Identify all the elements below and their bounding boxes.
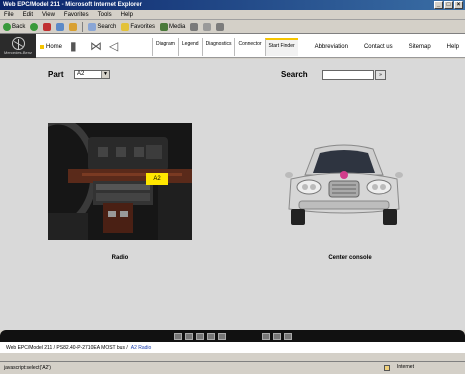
menu-edit[interactable]: Edit <box>23 12 33 18</box>
menu-help[interactable]: Help <box>121 12 133 18</box>
breadcrumb-current[interactable]: A2 Radio <box>131 345 152 351</box>
search-icon <box>88 22 97 31</box>
radio-tag[interactable]: A2 <box>146 173 168 185</box>
part-select[interactable]: A2 ▼ <box>74 70 110 79</box>
part-select-value: A2 <box>77 71 85 77</box>
car-caption: Center console <box>328 255 372 261</box>
bullet-icon <box>40 45 44 49</box>
refresh-icon[interactable] <box>56 22 65 31</box>
radio-image[interactable]: A2 <box>48 123 192 240</box>
bottom-toolbar <box>0 330 465 342</box>
search-button[interactable]: Search <box>88 22 117 31</box>
mercedes-star-icon <box>11 37 25 50</box>
brand-name: Mercedes-Benz <box>3 50 32 55</box>
main-content: Part A2 ▼ Search » A2 Radio Center conso… <box>0 59 465 330</box>
home-label: Home <box>46 44 63 50</box>
search-go-button[interactable]: » <box>375 70 386 80</box>
home-link[interactable]: Home <box>40 44 62 50</box>
tab-diagnostics[interactable]: Diagnostics <box>201 38 235 56</box>
bookmark-icon[interactable]: ⋈ <box>90 40 102 52</box>
next-icon[interactable] <box>283 332 292 340</box>
window-title: Web EPC/Model 211 - Microsoft Internet E… <box>3 2 142 8</box>
window-titlebar: Web EPC/Model 211 - Microsoft Internet E… <box>0 0 465 10</box>
print-icon[interactable] <box>173 332 182 340</box>
minimize-icon[interactable]: _ <box>434 1 443 9</box>
back-label: Back <box>12 23 26 30</box>
lock-icon <box>384 365 390 371</box>
toolbar-separator <box>82 21 84 32</box>
tab-diagram[interactable]: Diagram <box>152 38 178 56</box>
status-text: javascript:select('A2') <box>4 365 51 371</box>
car-photo <box>285 144 403 225</box>
app-header: Mercedes-Benz Home ▮ ⋈ ◁ Diagram Legend … <box>0 34 465 58</box>
tab-connector[interactable]: Connector <box>234 38 264 56</box>
history-icon[interactable] <box>190 22 199 31</box>
home-icon[interactable] <box>69 22 78 31</box>
search-label: Search <box>97 23 117 30</box>
stop-icon[interactable] <box>43 22 52 31</box>
mail-icon[interactable] <box>203 22 212 31</box>
search-field-label: Search <box>281 70 308 79</box>
page-icon[interactable] <box>217 332 226 340</box>
info-icon[interactable] <box>261 332 270 340</box>
part-label: Part <box>48 70 64 79</box>
top-links: Abbreviation Contact us Sitemap Help <box>315 44 459 50</box>
back-triangle-icon[interactable]: ◁ <box>109 40 120 52</box>
prev-icon[interactable] <box>272 332 281 340</box>
link-abbreviation[interactable]: Abbreviation <box>315 44 348 50</box>
close-icon[interactable]: × <box>454 1 463 9</box>
forward-arrow-icon[interactable] <box>30 22 39 31</box>
car-image[interactable] <box>285 139 403 231</box>
favorites-label: Favorites <box>130 23 156 30</box>
book-icon[interactable]: ▮ <box>70 40 81 52</box>
breadcrumb-path[interactable]: Web EPC/Model 211 / PS82.40-P-2710EA MOS… <box>6 345 128 351</box>
link-help[interactable]: Help <box>447 44 459 50</box>
back-button[interactable]: Back <box>3 22 26 31</box>
link-sitemap[interactable]: Sitemap <box>409 44 431 50</box>
browser-toolbar: Back Search Favorites Media <box>0 20 465 34</box>
menu-favorites[interactable]: Favorites <box>64 12 89 18</box>
media-label: Media <box>169 23 186 30</box>
zone-text: Internet <box>397 364 414 370</box>
link-contact-us[interactable]: Contact us <box>364 44 393 50</box>
media-button[interactable]: Media <box>160 22 186 31</box>
favorites-icon <box>121 22 130 31</box>
media-icon <box>160 22 169 31</box>
favorites-button[interactable]: Favorites <box>121 22 156 31</box>
dashboard-photo <box>48 123 192 240</box>
menu-view[interactable]: View <box>42 12 55 18</box>
tab-strip: Diagram Legend Diagnostics Connector Sta… <box>152 38 298 56</box>
tab-start-finder[interactable]: Start Finder <box>264 38 298 56</box>
search-input[interactable] <box>322 70 374 80</box>
menu-tools[interactable]: Tools <box>98 12 112 18</box>
menu-file[interactable]: File <box>4 12 14 18</box>
zoom-in-icon[interactable] <box>184 332 193 340</box>
zoom-out-icon[interactable] <box>195 332 204 340</box>
browser-status-bar: javascript:select('A2') Internet <box>0 361 465 374</box>
fit-icon[interactable] <box>206 332 215 340</box>
chevron-down-icon[interactable]: ▼ <box>101 71 109 78</box>
print-icon[interactable] <box>216 22 225 31</box>
back-arrow-icon <box>3 22 11 31</box>
maximize-icon[interactable]: □ <box>444 1 453 9</box>
radio-caption: Radio <box>111 255 129 261</box>
brand-logo[interactable]: Mercedes-Benz <box>0 34 36 58</box>
menu-bar: File Edit View Favorites Tools Help <box>0 10 465 20</box>
tab-legend[interactable]: Legend <box>177 38 202 56</box>
breadcrumb: Web EPC/Model 211 / PS82.40-P-2710EA MOS… <box>0 342 465 353</box>
